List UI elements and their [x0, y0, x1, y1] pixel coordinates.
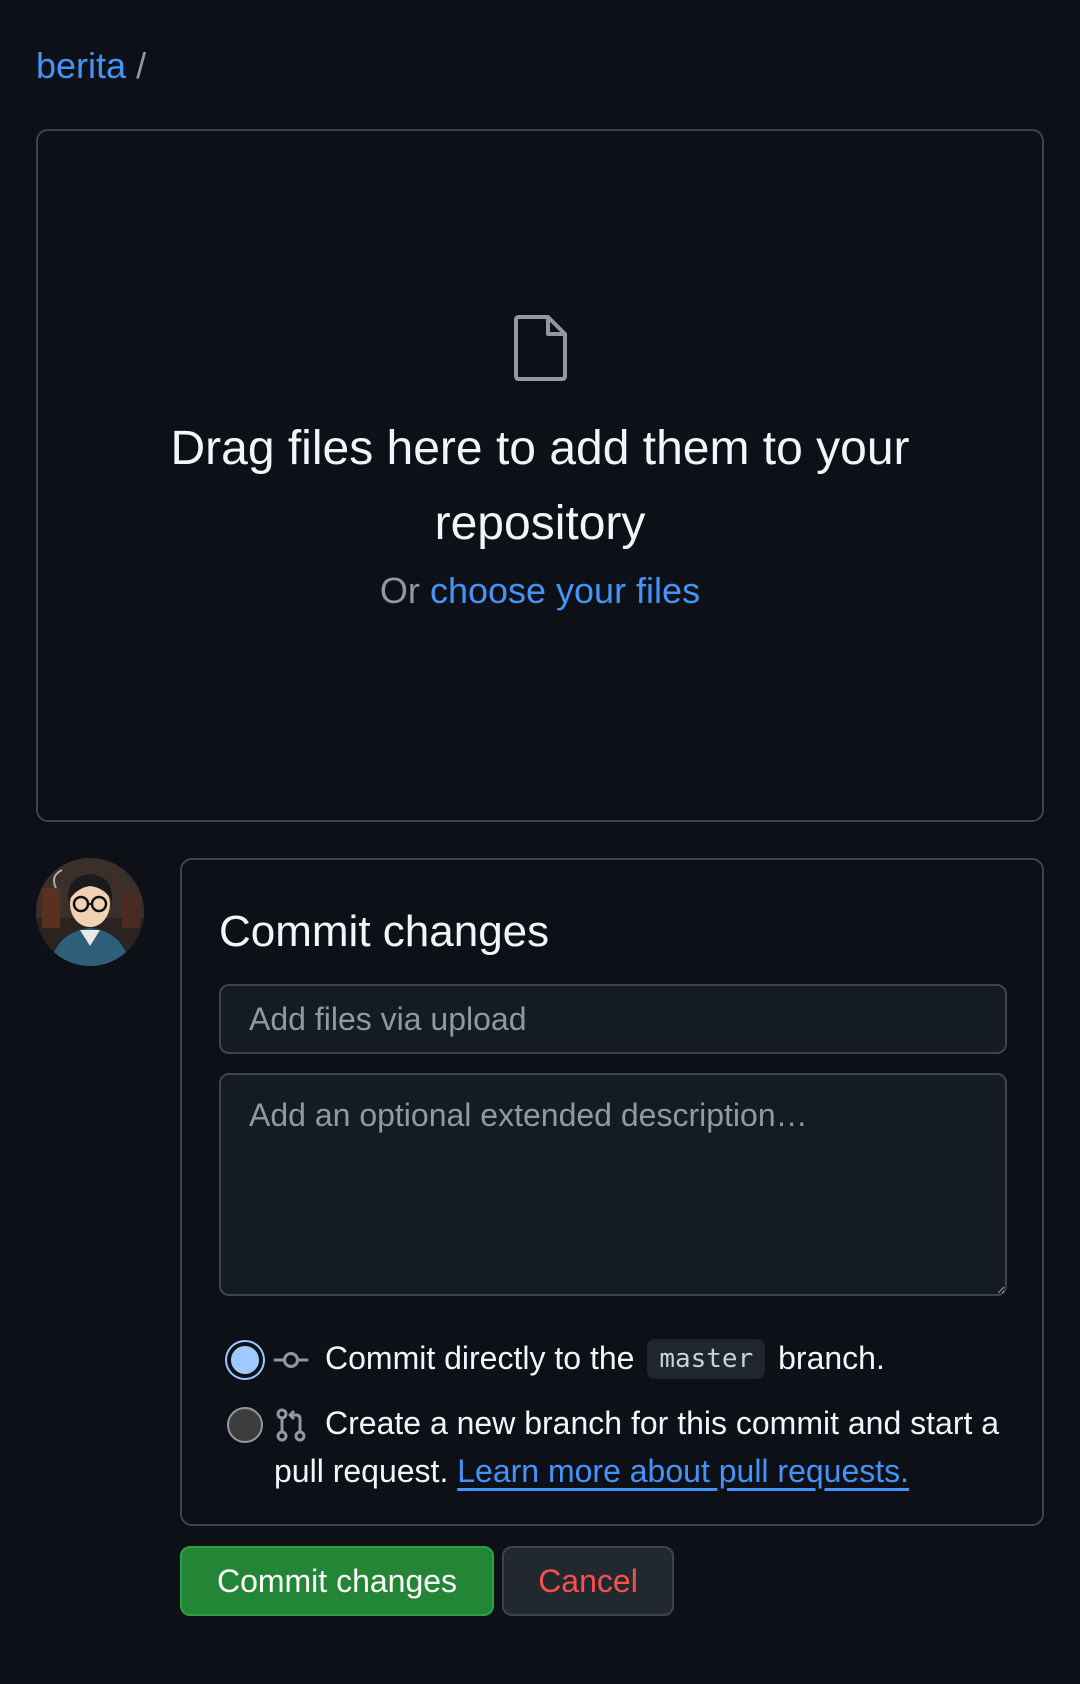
pull-request-text: pull request.	[274, 1453, 449, 1489]
file-icon	[514, 315, 567, 381]
breadcrumb-separator: /	[136, 45, 147, 86]
new-branch-text-continued: pull request. Learn more about pull requ…	[227, 1447, 909, 1495]
dropzone-or-text: Or	[379, 570, 420, 611]
dropzone-subtitle: Or choose your files	[38, 569, 1042, 613]
new-branch-option[interactable]: Create a new branch for this commit and …	[227, 1399, 1012, 1447]
new-branch-radio[interactable]	[227, 1407, 263, 1443]
commit-direct-option[interactable]: Commit directly to the master branch.	[227, 1334, 1012, 1382]
new-branch-text: Create a new branch for this commit and …	[325, 1405, 1000, 1441]
commit-changes-button[interactable]: Commit changes	[180, 1546, 494, 1616]
commit-summary-input[interactable]	[219, 984, 1007, 1054]
dropzone-title: Drag files here to add them to your repo…	[170, 422, 910, 550]
avatar	[36, 858, 144, 966]
commit-title: Commit changes	[219, 907, 550, 956]
commit-panel: Commit changes Commit directly to the ma…	[180, 858, 1044, 1526]
repo-owner-link[interactable]: berita	[36, 45, 126, 86]
breadcrumb: berita /	[36, 44, 146, 88]
choose-files-link[interactable]: choose your files	[430, 570, 700, 611]
commit-description-input[interactable]	[219, 1073, 1007, 1296]
user-avatar-icon	[36, 858, 144, 966]
learn-more-pull-requests-link[interactable]: Learn more about pull requests.	[457, 1453, 909, 1489]
commit-direct-suffix: branch.	[778, 1340, 885, 1376]
commit-direct-text: Commit directly to the	[325, 1340, 635, 1376]
branch-name: master	[647, 1339, 766, 1379]
commit-direct-radio[interactable]	[227, 1342, 263, 1378]
file-dropzone[interactable]: Drag files here to add them to your repo…	[36, 129, 1044, 822]
git-pull-request-icon	[276, 1408, 306, 1442]
cancel-button[interactable]: Cancel	[502, 1546, 674, 1616]
git-commit-icon	[273, 1352, 309, 1368]
